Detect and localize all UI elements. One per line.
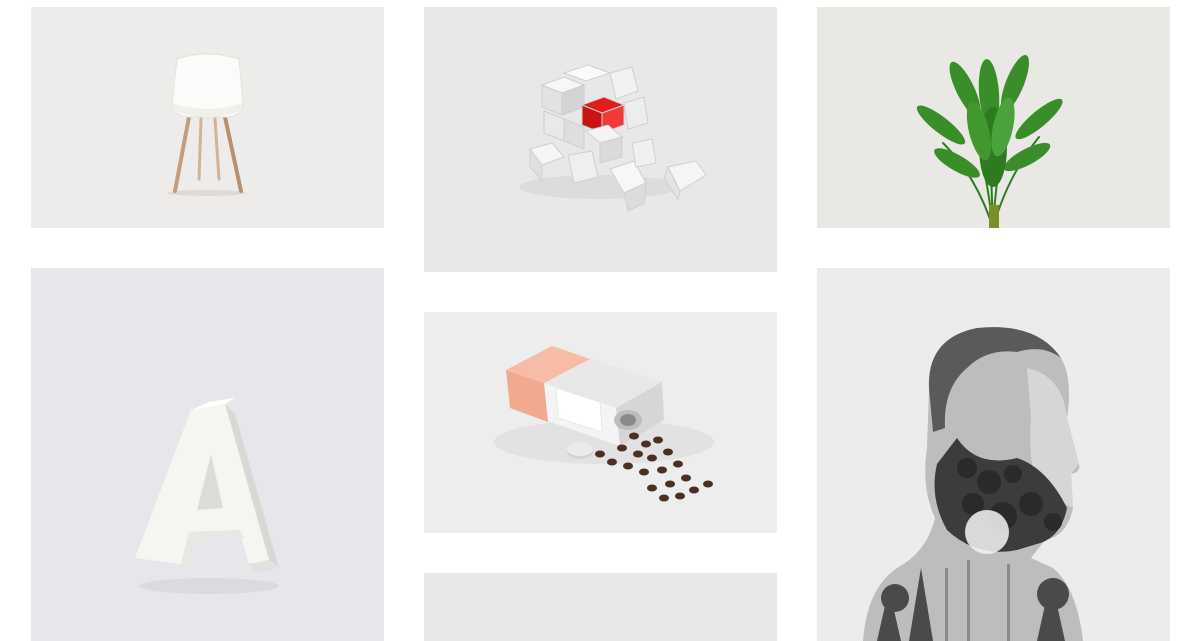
letter-a-sculpture-image xyxy=(31,268,384,641)
cube-puzzle-image xyxy=(424,7,777,272)
gallery-tile-palm[interactable] xyxy=(817,7,1170,228)
gallery-tile-letter-a[interactable] xyxy=(31,268,384,641)
gallery-tile-cubes[interactable] xyxy=(424,7,777,272)
double-exposure-portrait-image xyxy=(817,268,1170,641)
gallery-tile-partial[interactable] xyxy=(424,573,777,641)
gallery-tile-portrait[interactable] xyxy=(817,268,1170,641)
gallery-tile-chair[interactable] xyxy=(31,7,384,228)
chair-image xyxy=(31,7,384,228)
coffee-tin-image xyxy=(424,312,777,533)
image-gallery xyxy=(0,0,1201,641)
partial-image xyxy=(424,573,777,641)
palm-plant-image xyxy=(817,7,1170,228)
gallery-tile-coffee-tin[interactable] xyxy=(424,312,777,533)
